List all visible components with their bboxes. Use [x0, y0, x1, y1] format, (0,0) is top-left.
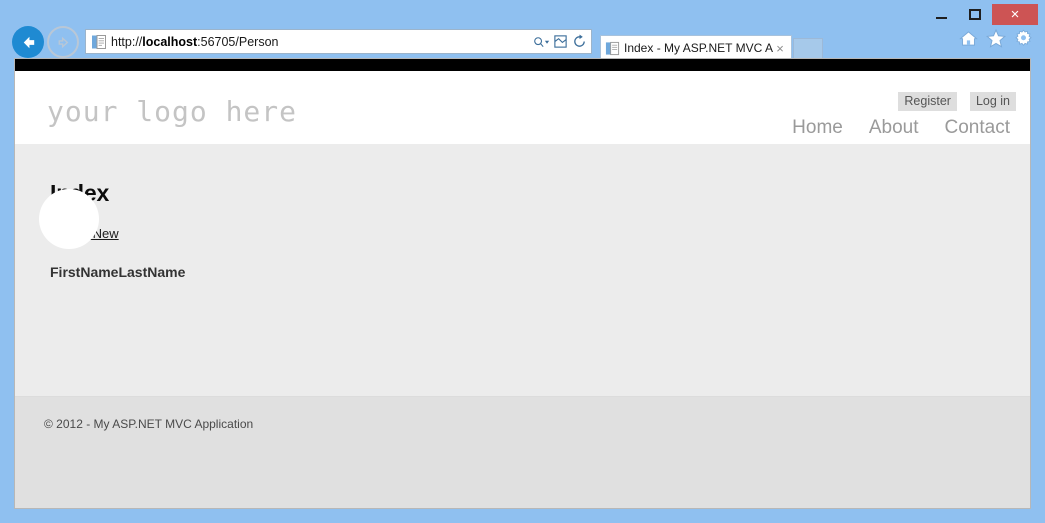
browser-tab[interactable]: Index - My ASP.NET MVC A... ×	[600, 35, 792, 60]
tab-title: Index - My ASP.NET MVC A...	[624, 41, 773, 55]
table-column-firstname: FirstName	[50, 264, 119, 280]
url-host: localhost	[142, 34, 198, 49]
tab-close-icon[interactable]: ×	[773, 41, 787, 56]
close-icon: ×	[1010, 5, 1020, 23]
address-bar[interactable]: http://localhost:56705/Person	[85, 29, 592, 54]
url-path: :56705/Person	[197, 34, 279, 49]
page-title: Index	[50, 180, 1030, 207]
table-column-lastname: LastName	[118, 264, 186, 280]
close-window-button[interactable]: ×	[992, 3, 1038, 25]
main-content: Index Create New FirstNameLastName	[15, 144, 1030, 396]
page-viewport: your logo here Register Log in Home Abou…	[14, 58, 1031, 509]
address-input[interactable]: http://localhost:56705/Person	[111, 35, 533, 49]
site-footer: © 2012 - My ASP.NET MVC Application	[15, 396, 1030, 508]
nav-link-about[interactable]: About	[869, 117, 919, 139]
forward-button[interactable]	[47, 26, 79, 58]
main-nav: Home About Contact	[792, 117, 1010, 139]
table-header-row: FirstName LastName	[50, 264, 1030, 280]
tools-icon[interactable]	[1014, 29, 1033, 53]
browser-command-bar	[959, 28, 1033, 53]
new-tab-button[interactable]	[793, 38, 823, 60]
nav-link-home[interactable]: Home	[792, 117, 843, 139]
minimize-button[interactable]	[924, 4, 958, 25]
login-link[interactable]: Log in	[969, 92, 1016, 111]
compatibility-view-icon[interactable]	[552, 32, 569, 52]
maximize-button[interactable]	[958, 4, 992, 25]
tab-strip: Index - My ASP.NET MVC A... ×	[600, 30, 823, 60]
home-icon[interactable]	[959, 30, 978, 52]
site-topbar	[15, 59, 1030, 71]
browser-window: × http://localhost:56705/Person Index - …	[0, 0, 1045, 523]
window-controls: ×	[924, 3, 1038, 25]
page-favicon-icon	[92, 34, 106, 49]
address-bar-icons	[533, 32, 588, 52]
auth-links: Register Log in	[898, 92, 1016, 111]
url-scheme: http://	[111, 34, 143, 49]
forward-arrow-icon	[58, 36, 68, 48]
maximize-icon	[969, 8, 981, 20]
register-link[interactable]: Register	[898, 92, 957, 111]
nav-link-contact[interactable]: Contact	[945, 117, 1010, 139]
footer-copyright: © 2012 - My ASP.NET MVC Application	[44, 417, 254, 431]
favorites-icon[interactable]	[985, 28, 1007, 53]
search-dropdown-icon[interactable]	[533, 32, 550, 52]
browser-toolbar: http://localhost:56705/Person Index - My…	[7, 24, 1038, 60]
site-logo[interactable]: your logo here	[47, 95, 297, 128]
back-arrow-icon	[23, 36, 34, 48]
logo-circle-decoration	[39, 189, 99, 249]
back-button[interactable]	[12, 26, 44, 58]
minimize-icon	[935, 16, 947, 19]
refresh-icon[interactable]	[571, 32, 588, 52]
site-header: your logo here Register Log in Home Abou…	[15, 71, 1030, 144]
tab-favicon-icon	[605, 41, 620, 55]
